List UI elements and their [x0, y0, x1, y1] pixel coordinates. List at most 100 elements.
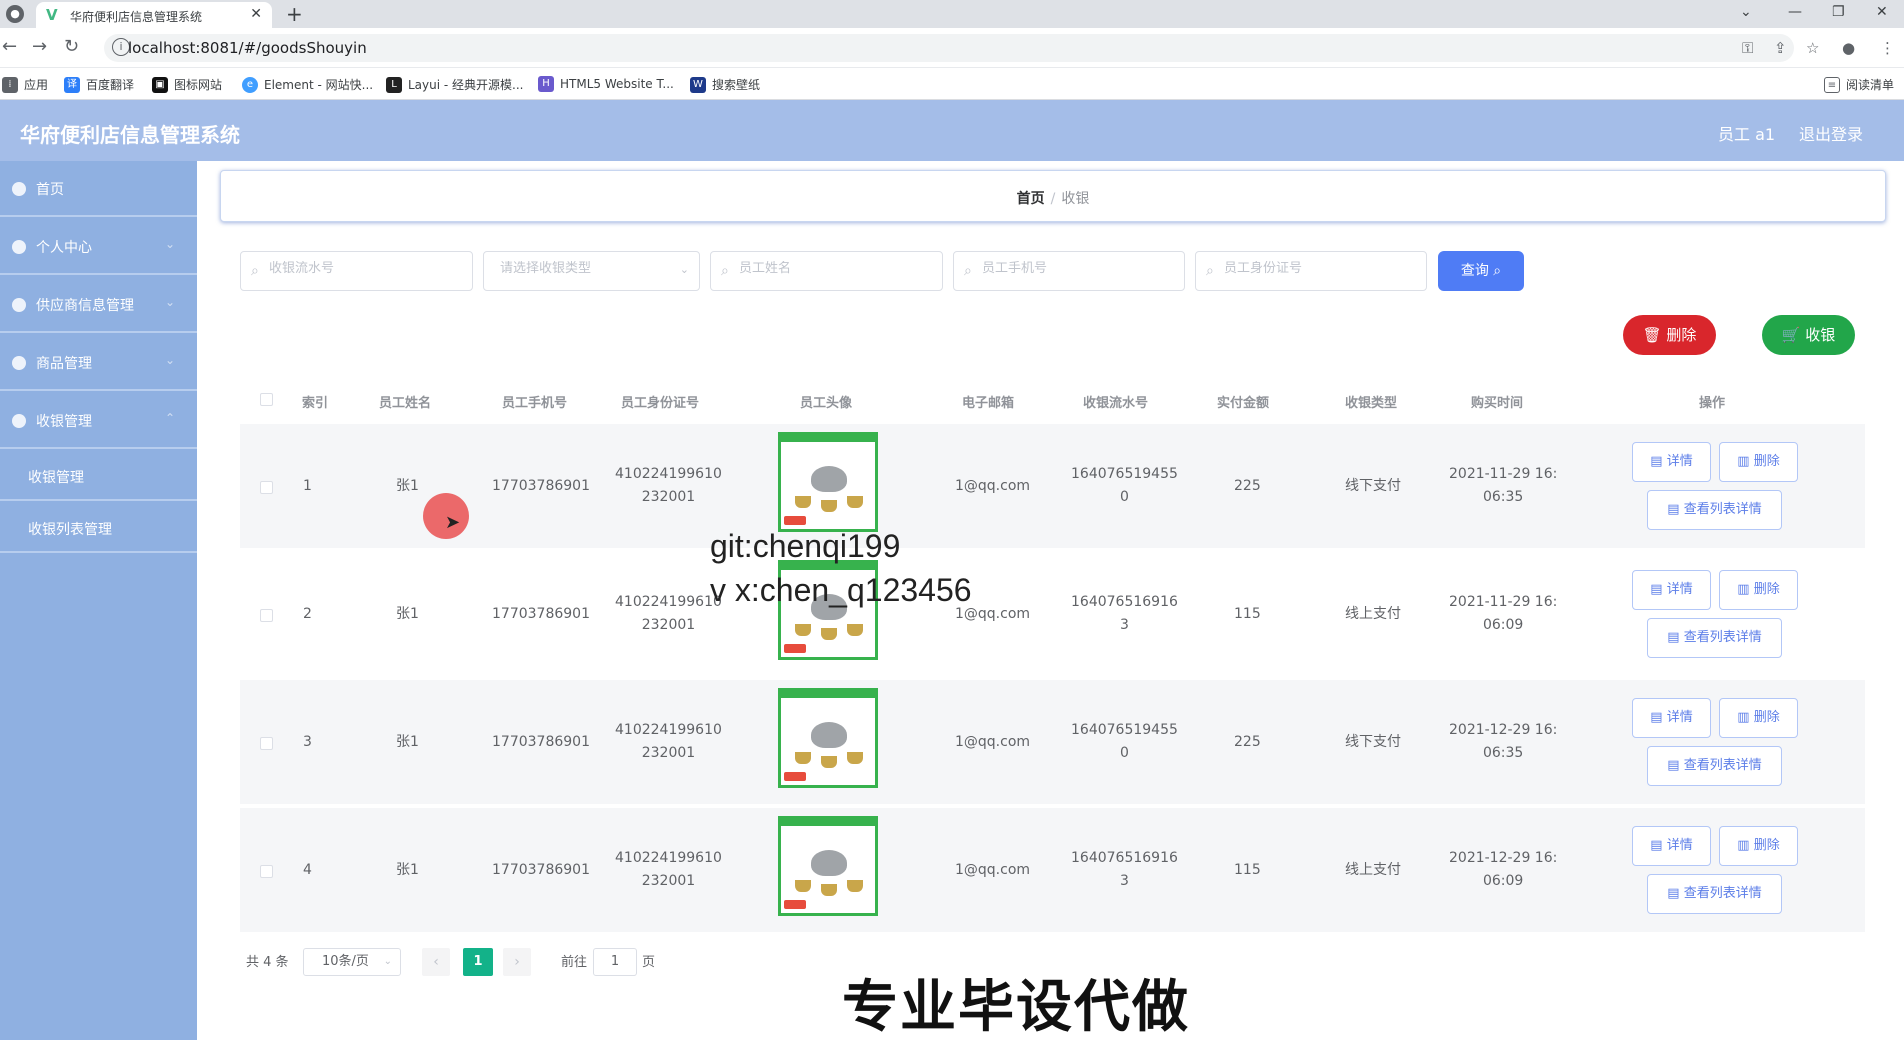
chevron-down-icon: ⌄ — [164, 237, 175, 251]
goto-page-input[interactable]: 1 — [593, 948, 637, 976]
bookmark-icon-site[interactable]: ▣ 图标网站 — [152, 76, 222, 93]
list-detail-button[interactable]: ▤ 查看列表详情 — [1647, 618, 1782, 658]
row-index: 3 — [303, 734, 312, 750]
apps-grid-icon: ⁞ — [2, 76, 18, 93]
idcard-search-field[interactable]: ⌕ — [1195, 251, 1427, 291]
row-email: 1@qq.com — [955, 478, 1031, 494]
bookmark-element[interactable]: e Element - 网站快... — [242, 76, 373, 93]
reload-icon[interactable]: ↻ — [64, 36, 79, 57]
share-icon[interactable]: ⇪ — [1774, 39, 1787, 57]
row-checkbox[interactable] — [260, 865, 273, 878]
table-row — [240, 552, 1865, 676]
prev-page-button[interactable]: ‹ — [422, 948, 450, 976]
document-icon: ▤ — [1667, 630, 1680, 645]
back-icon[interactable]: ← — [2, 36, 17, 57]
reading-list[interactable]: ≡ 阅读清单 — [1824, 76, 1894, 93]
sidebar-subitem-cashier[interactable]: 收银管理 — [0, 451, 197, 501]
row-checkbox[interactable] — [260, 481, 273, 494]
row-checkbox[interactable] — [260, 737, 273, 750]
phone-search-input[interactable] — [982, 261, 1172, 276]
sidebar-item-home[interactable]: 首页 — [0, 161, 197, 217]
detail-button[interactable]: ▤ 详情 — [1632, 698, 1711, 738]
list-detail-button[interactable]: ▤ 查看列表详情 — [1647, 490, 1782, 530]
detail-button[interactable]: ▤ 详情 — [1632, 570, 1711, 610]
list-detail-button[interactable]: ▤ 查看列表详情 — [1647, 874, 1782, 914]
trash-icon: ▥ — [1737, 582, 1750, 597]
detail-button[interactable]: ▤ 详情 — [1632, 442, 1711, 482]
row-employee-phone: 17703786901 — [492, 606, 590, 622]
close-tab-icon[interactable]: ✕ — [250, 6, 262, 22]
row-delete-button[interactable]: ▥ 删除 — [1719, 698, 1798, 738]
row-delete-button[interactable]: ▥ 删除 — [1719, 442, 1798, 482]
current-user[interactable]: 员工 a1 — [1718, 121, 1775, 145]
logout-link[interactable]: 退出登录 — [1799, 121, 1863, 145]
payment-type-input[interactable] — [500, 261, 675, 276]
app-header: 华府便利店信息管理系统 员工 a1 退出登录 — [0, 100, 1904, 161]
tab-title: 华府便利店信息管理系统 — [70, 10, 203, 24]
cashier-button[interactable]: 🛒 收银 — [1762, 315, 1855, 355]
employee-avatar-image — [778, 688, 878, 788]
document-icon: ▤ — [1667, 502, 1680, 517]
key-icon[interactable]: ⚿ — [1742, 39, 1753, 57]
payment-type-select[interactable]: ⌄ — [483, 251, 700, 291]
row-employee-name: 张1 — [396, 606, 419, 622]
forward-icon[interactable]: → — [32, 36, 47, 57]
chevron-down-icon: ⌄ — [383, 956, 392, 967]
idcard-search-input[interactable] — [1224, 261, 1414, 276]
sidebar-item-profile[interactable]: 个人中心 ⌄ — [0, 219, 197, 275]
breadcrumb-home[interactable]: 首页 — [1017, 191, 1045, 207]
trash-icon: ▥ — [1737, 454, 1750, 469]
row-amount: 225 — [1234, 478, 1261, 494]
row-delete-button[interactable]: ▥ 删除 — [1719, 826, 1798, 866]
bookmark-html5[interactable]: H HTML5 Website T... — [538, 76, 674, 92]
query-button[interactable]: 查询 ⌕ — [1438, 251, 1524, 291]
batch-delete-button[interactable]: 🗑 删除 — [1623, 315, 1716, 355]
sidebar-item-supplier[interactable]: 供应商信息管理 ⌄ — [0, 277, 197, 333]
row-purchase-time: 2021-11-29 16: 06:35 — [1449, 466, 1558, 505]
bookmark-baidu-translate[interactable]: 译 百度翻译 — [64, 76, 134, 93]
browser-tab[interactable]: V 华府便利店信息管理系统 ✕ — [36, 2, 272, 28]
restore-icon[interactable]: ❐ — [1832, 4, 1845, 20]
column-header: 收银流水号 — [1083, 396, 1149, 411]
row-delete-button[interactable]: ▥ 删除 — [1719, 570, 1798, 610]
close-window-icon[interactable]: ✕ — [1876, 4, 1888, 20]
more-icon[interactable]: ⋮ — [1880, 39, 1895, 57]
sidebar-subitem-cashier-list[interactable]: 收银列表管理 — [0, 503, 197, 553]
row-email: 1@qq.com — [955, 862, 1031, 878]
name-search-input[interactable] — [739, 261, 930, 276]
column-header: 操作 — [1699, 396, 1726, 411]
new-tab-icon[interactable]: + — [286, 2, 303, 26]
star-icon[interactable]: ☆ — [1806, 39, 1819, 57]
list-detail-button[interactable]: ▤ 查看列表详情 — [1647, 746, 1782, 786]
table-row — [240, 424, 1865, 548]
phone-search-field[interactable]: ⌕ — [953, 251, 1185, 291]
serial-search-field[interactable]: ⌕ — [240, 251, 473, 291]
select-all-checkbox[interactable] — [260, 393, 273, 406]
trash-icon: 🗑 — [1642, 326, 1662, 344]
minimize-icon[interactable]: — — [1788, 4, 1802, 20]
profile-icon[interactable]: ● — [1842, 39, 1855, 57]
sidebar-item-goods[interactable]: 商品管理 ⌄ — [0, 335, 197, 391]
sidebar-item-cashier[interactable]: 收银管理 ⌃ — [0, 393, 197, 449]
serial-search-input[interactable] — [269, 261, 460, 276]
page-size-select[interactable]: 10条/页 ⌄ — [303, 948, 401, 976]
bookmark-apps[interactable]: ⁞ 应用 — [2, 76, 48, 93]
app-title: 华府便利店信息管理系统 — [20, 123, 240, 147]
url-field[interactable]: i localhost:8081/#/goodsShouyin — [104, 34, 1794, 62]
row-employee-idcard: 410224199610 232001 — [615, 722, 722, 761]
bookmark-wallpaper[interactable]: W 搜索壁纸 — [690, 76, 760, 93]
row-payment-type: 线上支付 — [1345, 606, 1401, 622]
detail-button[interactable]: ▤ 详情 — [1632, 826, 1711, 866]
page-number-current[interactable]: 1 — [463, 948, 493, 976]
bookmark-layui[interactable]: L Layui - 经典开源模... — [386, 76, 523, 93]
next-page-button[interactable]: › — [503, 948, 531, 976]
row-employee-phone: 17703786901 — [492, 862, 590, 878]
row-checkbox[interactable] — [260, 609, 273, 622]
user-icon — [12, 240, 26, 254]
bookmarks-bar: ⁞ 应用 译 百度翻译 ▣ 图标网站 e Element - 网站快... L … — [0, 68, 1904, 100]
row-employee-phone: 17703786901 — [492, 478, 590, 494]
browser-menu-icon[interactable]: ● — [6, 5, 24, 23]
name-search-field[interactable]: ⌕ — [710, 251, 943, 291]
column-header: 员工手机号 — [502, 396, 568, 411]
tab-search-icon[interactable]: ⌄ — [1740, 4, 1752, 20]
